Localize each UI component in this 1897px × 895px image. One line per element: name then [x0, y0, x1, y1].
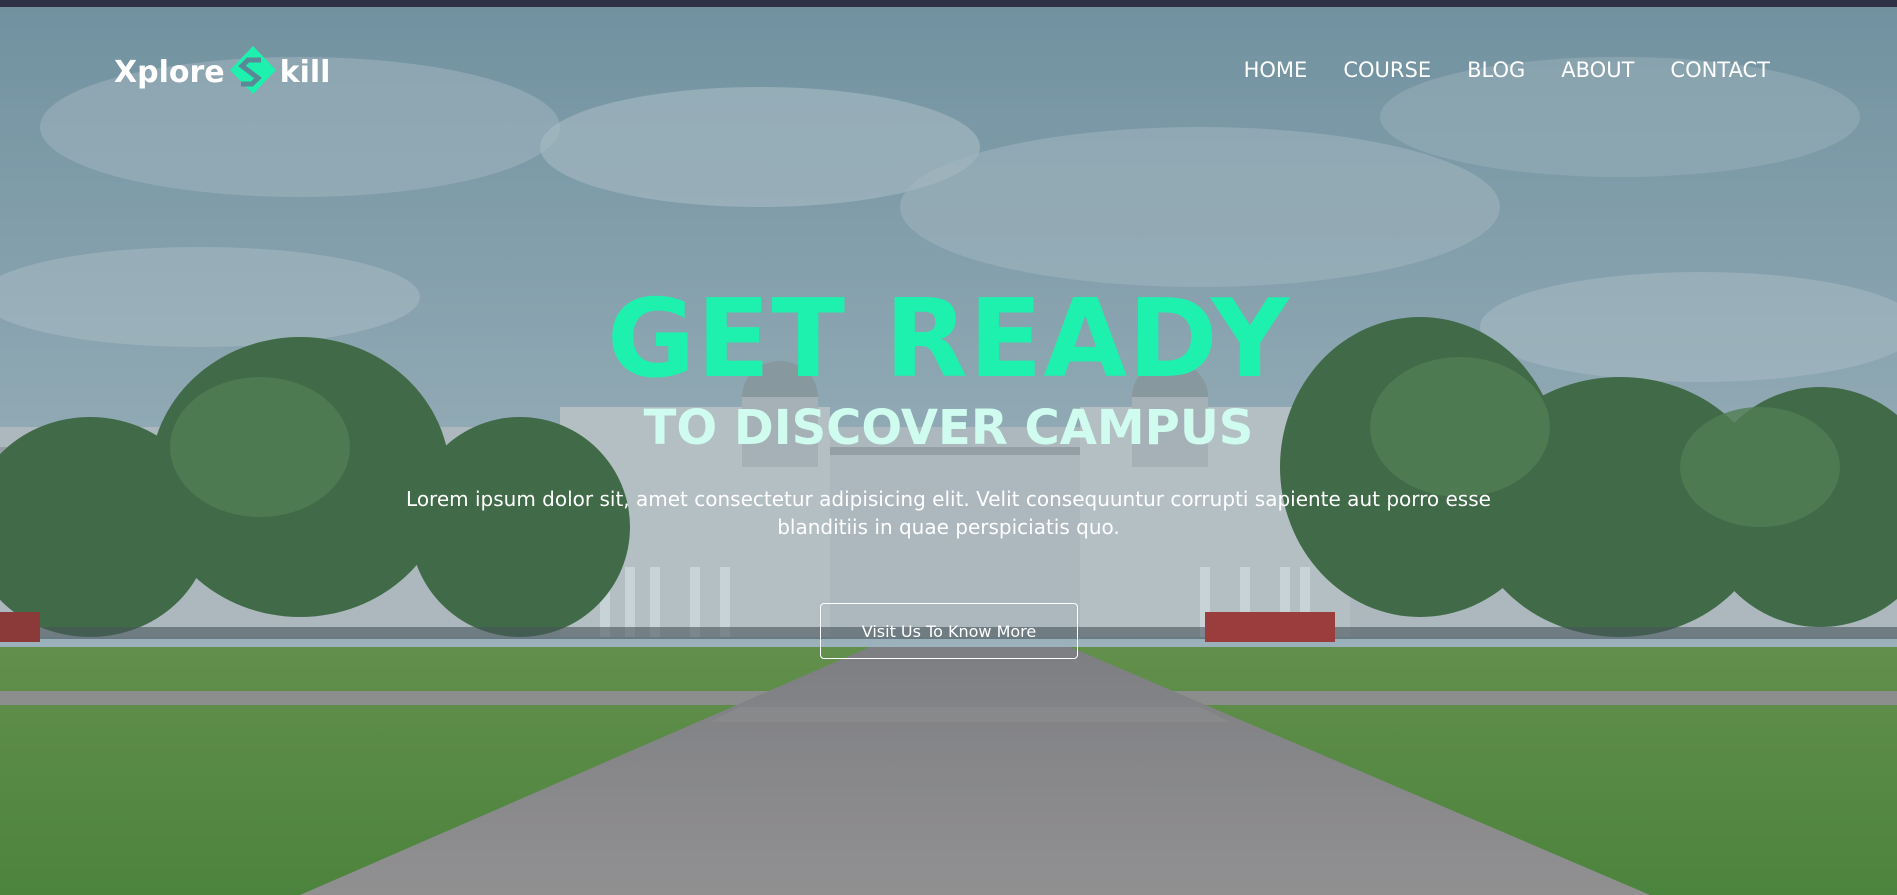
brand-name-prefix: Xplore [114, 54, 225, 90]
nav-item-blog[interactable]: BLOG [1467, 58, 1525, 82]
nav-item-about[interactable]: ABOUT [1561, 58, 1634, 82]
brand-name-suffix: kill [279, 54, 331, 90]
hero-title: GET READY [606, 277, 1291, 402]
nav-item-home[interactable]: HOME [1244, 58, 1308, 82]
hero-description: Lorem ipsum dolor sit, amet consectetur … [406, 487, 1491, 539]
nav-item-course[interactable]: COURSE [1343, 58, 1431, 82]
brand-logo[interactable]: Xplore kill [114, 44, 330, 100]
nav-item-contact[interactable]: CONTACT [1670, 58, 1770, 82]
hero-section: Xplore kill HOME COURSE BLOG ABOUT CONTA… [0, 0, 1897, 895]
hero-subtitle: TO DISCOVER CAMPUS [643, 400, 1254, 456]
visit-us-button[interactable]: Visit Us To Know More [820, 603, 1078, 659]
main-navigation: HOME COURSE BLOG ABOUT CONTACT [1244, 58, 1770, 82]
top-strip [0, 0, 1897, 7]
logo-s-diamond-icon [228, 44, 278, 100]
